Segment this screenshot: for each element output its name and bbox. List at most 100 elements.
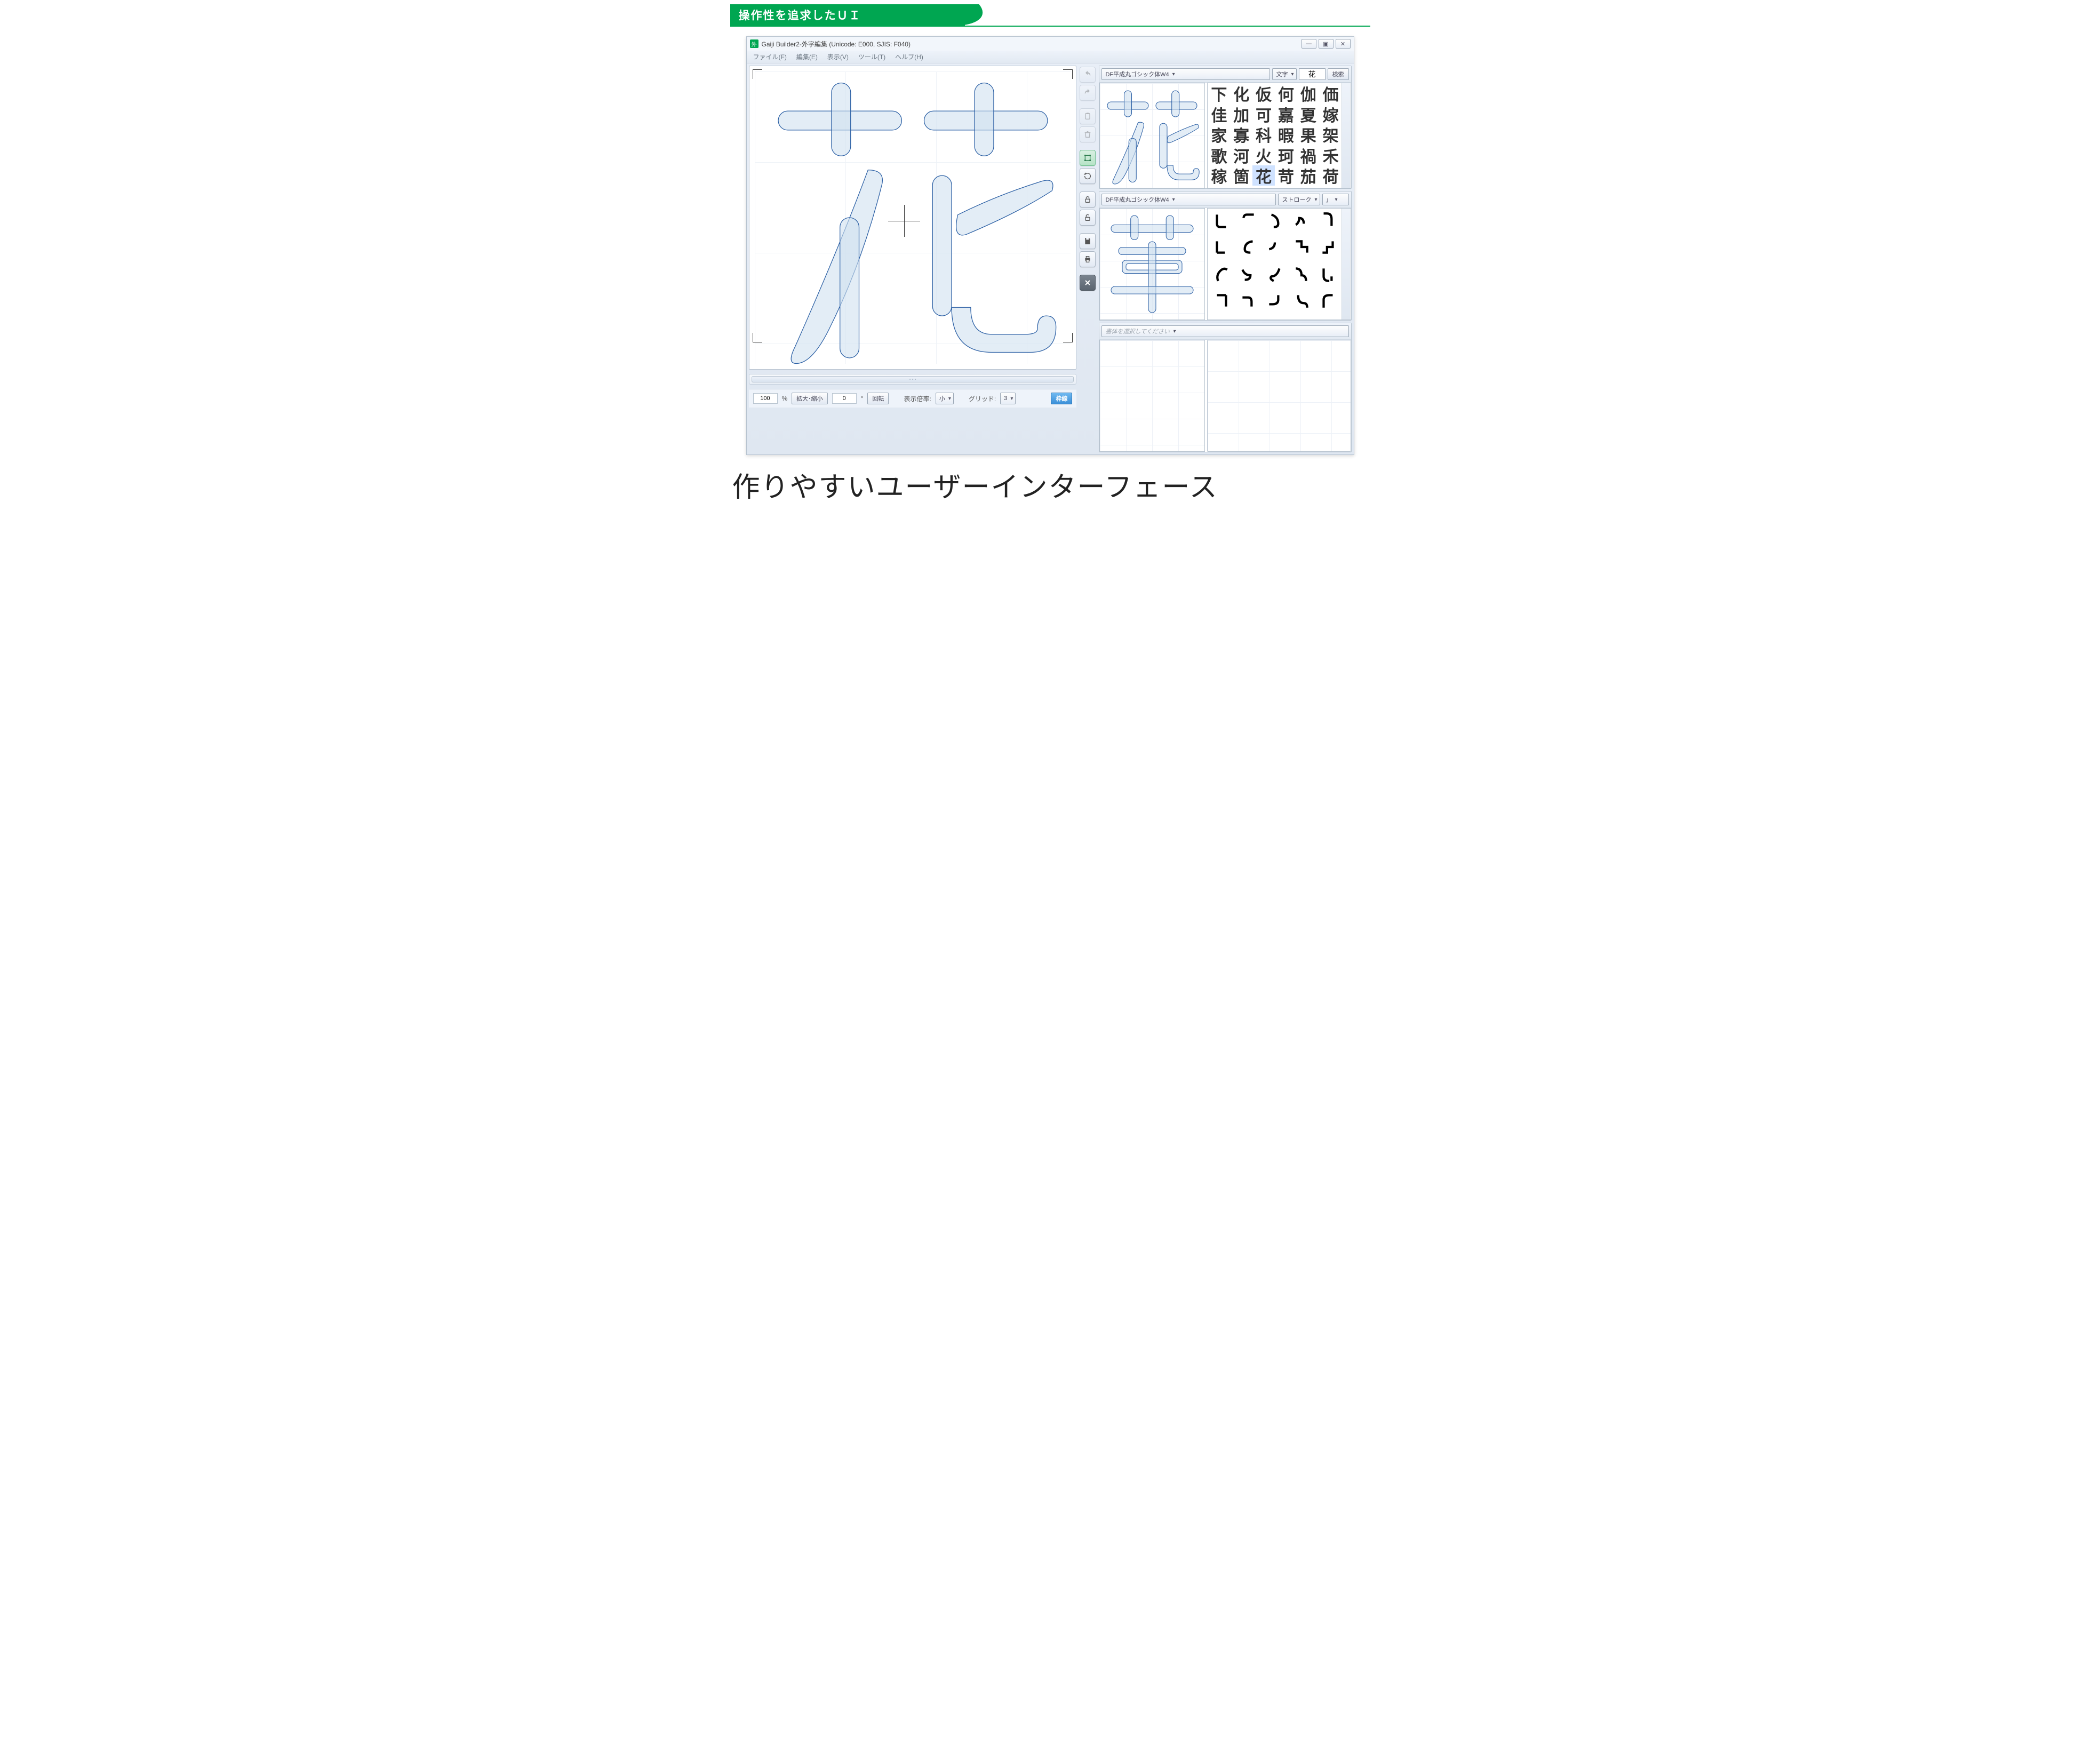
unlock-icon <box>1083 213 1092 222</box>
delete-button[interactable] <box>1080 126 1096 142</box>
stroke-cell[interactable] <box>1315 262 1342 286</box>
stroke-grid[interactable] <box>1207 208 1351 320</box>
canvas-h-scrollbar[interactable] <box>749 374 1077 385</box>
stroke-cell[interactable] <box>1315 289 1342 313</box>
lock-button[interactable] <box>1080 191 1096 207</box>
char-cell[interactable]: 暇 <box>1275 124 1297 145</box>
char-cell[interactable]: 伽 <box>1297 83 1320 103</box>
stroke-cell[interactable] <box>1208 262 1234 286</box>
menu-view[interactable]: 表示(V) <box>823 51 853 62</box>
char-cell[interactable]: 嘉 <box>1275 104 1297 124</box>
angle-input[interactable] <box>832 393 857 404</box>
char-font-select[interactable]: DF平成丸ゴシック体W4 <box>1101 68 1270 80</box>
char-cell[interactable]: 嫁 <box>1320 104 1342 124</box>
stroke-cell[interactable] <box>1288 209 1315 232</box>
stroke-cell[interactable] <box>1235 262 1261 286</box>
char-cell[interactable]: 仮 <box>1252 83 1275 103</box>
menu-help[interactable]: ヘルプ(H) <box>891 51 928 62</box>
redo-button[interactable] <box>1080 85 1096 101</box>
stroke-font-select[interactable]: DF平成丸ゴシック体W4 <box>1101 194 1276 205</box>
char-mode-select[interactable]: 文字 <box>1272 68 1296 80</box>
rotate-tool-button[interactable] <box>1080 168 1096 184</box>
char-cell[interactable]: 茄 <box>1297 165 1320 186</box>
zoom-input[interactable] <box>753 393 778 404</box>
char-cell[interactable]: 荷 <box>1320 165 1342 186</box>
stroke-cell[interactable] <box>1288 289 1315 313</box>
stroke-cell[interactable] <box>1235 209 1261 232</box>
stroke-cell[interactable] <box>1261 209 1288 232</box>
close-window-button[interactable]: ✕ <box>1336 39 1351 49</box>
maximize-button[interactable]: ▣ <box>1319 39 1334 49</box>
stroke-cell[interactable] <box>1208 209 1234 232</box>
char-cell[interactable]: 可 <box>1252 104 1275 124</box>
workspace: % 拡大･縮小 ° 回転 表示倍率: 小 グリッド: 3 枠線 <box>747 63 1354 454</box>
char-cell[interactable]: 架 <box>1320 124 1342 145</box>
char-cell[interactable]: 禍 <box>1297 145 1320 165</box>
stroke-cell[interactable] <box>1261 289 1288 313</box>
print-button[interactable] <box>1080 251 1096 267</box>
stroke-cell[interactable] <box>1208 289 1234 313</box>
char-grid[interactable]: 下化仮何伽価佳加可嘉夏嫁家寡科暇果架歌河火珂禍禾稼箇花苛茄荷 <box>1207 83 1351 188</box>
char-cell[interactable]: 火 <box>1252 145 1275 165</box>
stroke-preview-canvas[interactable] <box>1099 208 1205 320</box>
char-cell[interactable]: 科 <box>1252 124 1275 145</box>
rotate-button[interactable]: 回転 <box>867 393 889 404</box>
undo-button[interactable] <box>1080 67 1096 83</box>
app-icon: 外 <box>750 39 758 48</box>
stroke-cell[interactable] <box>1288 235 1315 259</box>
extra-font-select[interactable]: 書体を選択してください <box>1101 325 1348 337</box>
stroke-cell[interactable] <box>1261 262 1288 286</box>
stroke-cell[interactable] <box>1235 289 1261 313</box>
char-cell[interactable]: 価 <box>1320 83 1342 103</box>
char-cell[interactable]: 稼 <box>1208 165 1230 186</box>
unlock-button[interactable] <box>1080 210 1096 226</box>
char-cell[interactable]: 寡 <box>1230 124 1252 145</box>
stroke-cell[interactable] <box>1235 235 1261 259</box>
stroke-cell[interactable] <box>1208 235 1234 259</box>
char-cell[interactable]: 佳 <box>1208 104 1230 124</box>
char-cell[interactable]: 歌 <box>1208 145 1230 165</box>
save-button[interactable] <box>1080 233 1096 249</box>
char-cell[interactable]: 家 <box>1208 124 1230 145</box>
char-cell[interactable]: 加 <box>1230 104 1252 124</box>
char-search-button[interactable]: 検索 <box>1328 68 1349 80</box>
char-cell[interactable]: 禾 <box>1320 145 1342 165</box>
glyph-canvas[interactable] <box>749 66 1077 370</box>
char-cell[interactable]: 花 <box>1252 165 1275 186</box>
minimize-button[interactable]: — <box>1301 39 1316 49</box>
extra-grid[interactable] <box>1207 340 1351 452</box>
char-cell[interactable]: 苛 <box>1275 165 1297 186</box>
stroke-cell[interactable] <box>1288 262 1315 286</box>
close-tool-button[interactable] <box>1080 275 1096 291</box>
char-preview-canvas[interactable] <box>1099 83 1205 188</box>
menu-file[interactable]: ファイル(F) <box>749 51 791 62</box>
char-grid-v-scrollbar[interactable] <box>1342 83 1350 188</box>
feature-banner: 操作性を追求したＵＩ <box>730 4 1370 27</box>
char-cell[interactable]: 箇 <box>1230 165 1252 186</box>
paste-button[interactable] <box>1080 108 1096 124</box>
stroke-grid-v-scrollbar[interactable] <box>1342 209 1350 320</box>
char-cell[interactable]: 何 <box>1275 83 1297 103</box>
char-cell[interactable]: 河 <box>1230 145 1252 165</box>
stroke-cell[interactable] <box>1315 235 1342 259</box>
display-scale-select[interactable]: 小 <box>936 393 954 404</box>
stroke-filter-select[interactable]: 」 <box>1322 194 1349 205</box>
grid-select[interactable]: 3 <box>1000 393 1016 404</box>
menu-tools[interactable]: ツール(T) <box>854 51 890 62</box>
stroke-cell[interactable] <box>1261 235 1288 259</box>
zoom-button[interactable]: 拡大･縮小 <box>792 393 828 404</box>
extra-preview-canvas[interactable] <box>1099 340 1205 452</box>
menu-edit[interactable]: 編集(E) <box>792 51 822 62</box>
char-cell[interactable]: 夏 <box>1297 104 1320 124</box>
char-cell[interactable]: 下 <box>1208 83 1230 103</box>
char-cell[interactable]: 化 <box>1230 83 1252 103</box>
char-cell[interactable]: 果 <box>1297 124 1320 145</box>
angle-unit: ° <box>861 395 864 402</box>
frame-button[interactable]: 枠線 <box>1051 393 1072 404</box>
stroke-mode-select[interactable]: ストローク <box>1278 194 1320 205</box>
char-search-input[interactable] <box>1299 68 1326 80</box>
bounds-button[interactable] <box>1080 150 1096 166</box>
stroke-cell[interactable] <box>1315 209 1342 232</box>
char-cell[interactable]: 珂 <box>1275 145 1297 165</box>
app-window: 外 Gaiji Builder2-外字編集 (Unicode: E000, SJ… <box>746 36 1354 455</box>
